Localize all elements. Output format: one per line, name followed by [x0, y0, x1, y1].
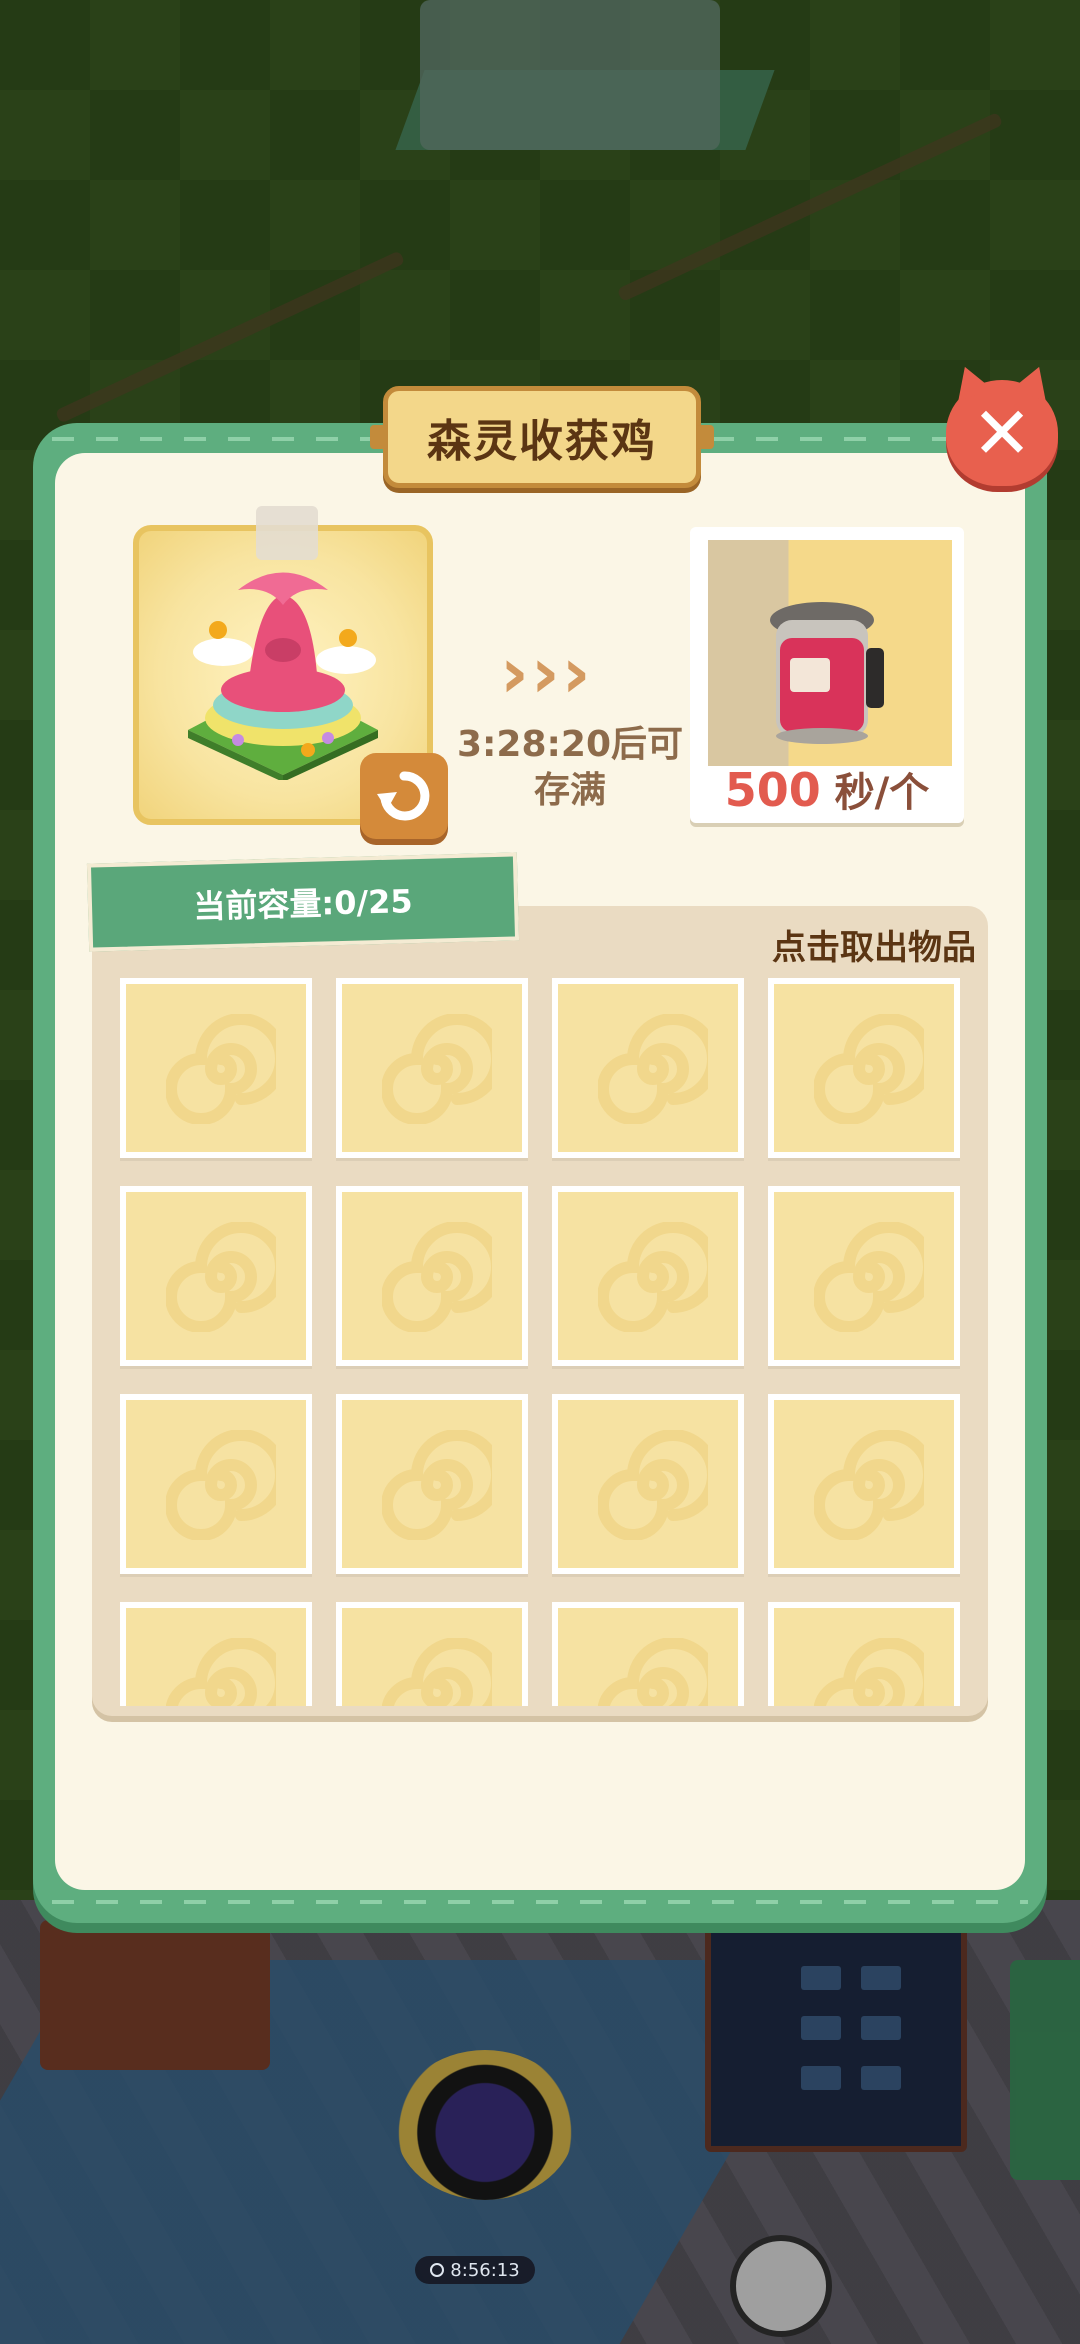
storage-grid: [120, 978, 960, 1706]
storage-slot[interactable]: [120, 1394, 312, 1574]
dialog-title: 森灵收获鸡: [427, 416, 657, 467]
swirl-placeholder-icon: [814, 1638, 924, 1706]
swirl-placeholder-icon: [382, 1014, 492, 1124]
swirl-placeholder-icon: [598, 1430, 708, 1540]
capacity-banner: 当前容量:0/25: [86, 852, 520, 952]
storage-slot[interactable]: [120, 1186, 312, 1366]
storage-slot[interactable]: [768, 1602, 960, 1706]
storage-slot[interactable]: [336, 1186, 528, 1366]
swirl-placeholder-icon: [382, 1222, 492, 1332]
swap-building-button[interactable]: [360, 753, 448, 839]
swirl-placeholder-icon: [814, 1222, 924, 1332]
storage-slot[interactable]: [336, 1394, 528, 1574]
event-timer-chip: 8:56:13: [415, 2256, 535, 2284]
storage-slot[interactable]: [120, 978, 312, 1158]
swirl-placeholder-icon: [166, 1222, 276, 1332]
storage-slot[interactable]: [768, 1186, 960, 1366]
jar-item-icon: [770, 602, 884, 744]
storage-slot[interactable]: [552, 1394, 744, 1574]
close-icon: ✕: [971, 391, 1033, 475]
fountain-building-icon: [188, 572, 378, 780]
collect-hint: 点击取出物品: [772, 928, 976, 968]
swirl-placeholder-icon: [166, 1430, 276, 1540]
production-rate: 500 秒/个: [690, 760, 964, 818]
swirl-placeholder-icon: [814, 1014, 924, 1124]
event-timer-text: 8:56:13: [450, 2259, 520, 2281]
storage-slot[interactable]: [552, 1186, 744, 1366]
swirl-placeholder-icon: [598, 1222, 708, 1332]
production-arrows-icon: › › ›: [500, 632, 591, 714]
fill-countdown: 3:28:20后可存满: [456, 724, 684, 811]
rotate-icon: [377, 771, 430, 821]
swirl-placeholder-icon: [382, 1430, 492, 1540]
building-tab-marker: [256, 506, 318, 560]
swirl-placeholder-icon: [814, 1430, 924, 1540]
rate-value: 500: [724, 763, 821, 817]
swirl-placeholder-icon: [598, 1638, 708, 1706]
close-button[interactable]: ✕: [946, 360, 1058, 486]
storage-slot[interactable]: [552, 1602, 744, 1706]
storage-slot[interactable]: [120, 1602, 312, 1706]
swirl-placeholder-icon: [166, 1014, 276, 1124]
dialog-title-plaque: 森灵收获鸡: [370, 386, 714, 488]
storage-slot[interactable]: [768, 978, 960, 1158]
storage-slot[interactable]: [336, 1602, 528, 1706]
storage-slot[interactable]: [768, 1394, 960, 1574]
clock-icon: [430, 2263, 445, 2277]
capacity-label: 当前容量:0/25: [192, 882, 414, 926]
storage-slot[interactable]: [336, 978, 528, 1158]
swirl-placeholder-icon: [382, 1638, 492, 1706]
storage-slot[interactable]: [552, 978, 744, 1158]
rate-unit: 秒/个: [820, 770, 930, 816]
swirl-placeholder-icon: [598, 1014, 708, 1124]
swirl-placeholder-icon: [166, 1638, 276, 1706]
